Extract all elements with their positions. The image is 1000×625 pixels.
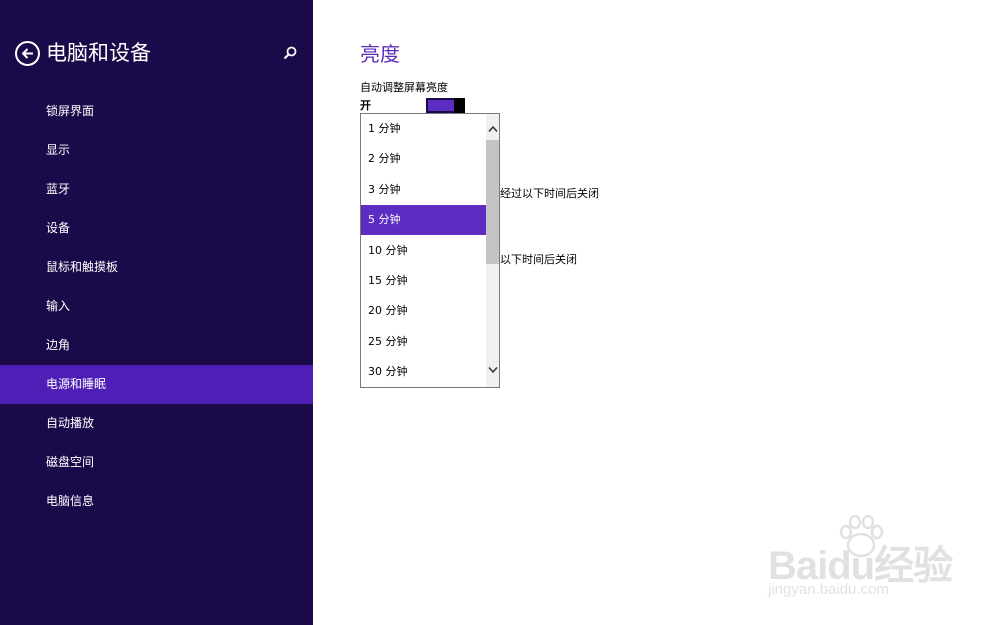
dropdown-option[interactable]: 1 分钟 (361, 114, 486, 144)
dropdown-option[interactable]: 10 分钟 (361, 236, 486, 266)
sidebar-item[interactable]: 电脑信息 (0, 482, 313, 521)
toggle-state-label: 开 (360, 99, 371, 112)
sidebar-item[interactable]: 磁盘空间 (0, 443, 313, 482)
sidebar-item[interactable]: 蓝牙 (0, 170, 313, 209)
sidebar-item[interactable]: 自动播放 (0, 404, 313, 443)
dropdown-scrollbar[interactable] (486, 114, 499, 387)
dropdown-option[interactable]: 25 分钟 (361, 327, 486, 357)
scrollbar-thumb[interactable] (486, 140, 499, 264)
sidebar-item[interactable]: 边角 (0, 326, 313, 365)
section-title-brightness: 亮度 (360, 42, 400, 66)
baidu-watermark: Baidu经验 jingyan.baidu.com (760, 515, 960, 615)
sidebar-nav: 锁屏界面 显示 蓝牙 设备 鼠标和触摸板 输入 边角 电源和睡眠 自动播放 磁盘空间 电脑信息 (0, 92, 313, 521)
sidebar: 电脑和设备 锁屏界面 显示 蓝牙 设备 鼠标和触摸板 输入 边角 电源和睡眠 自动播放 磁盘空间电… (0, 0, 313, 625)
chevron-down-icon[interactable] (488, 366, 498, 374)
dropdown-option[interactable]: 2 分钟 (361, 144, 486, 174)
watermark-url: jingyan.baidu.com (768, 581, 889, 598)
sleep-label: 以下时间后关闭 (500, 253, 577, 266)
sidebar-item[interactable]: 锁屏界面 (0, 92, 313, 131)
auto-brightness-label: 自动调整屏幕亮度 (360, 81, 448, 94)
auto-brightness-toggle[interactable] (426, 98, 465, 113)
sidebar-item[interactable]: 电源和睡眠 (0, 365, 313, 404)
dropdown-option[interactable]: 20 分钟 (361, 296, 486, 326)
dropdown-option[interactable]: 3 分钟 (361, 175, 486, 205)
dropdown-option[interactable]: 15 分钟 (361, 266, 486, 296)
dropdown-option[interactable]: 5 分钟 (361, 205, 486, 236)
back-button[interactable] (15, 41, 40, 66)
back-arrow-icon (21, 48, 33, 59)
search-icon[interactable] (282, 45, 298, 61)
page-title: 电脑和设备 (46, 41, 151, 65)
time-dropdown-list[interactable]: 30 分钟 25 分钟 20 分钟 15 分钟 10 分钟 5 分钟 3 分钟 2 分钟 1 分… (360, 113, 500, 388)
sidebar-item[interactable]: 显示 (0, 131, 313, 170)
sidebar-item[interactable]: 输入 (0, 287, 313, 326)
dropdown-option[interactable]: 30 分钟 (361, 357, 486, 387)
sidebar-item[interactable]: 设备 (0, 209, 313, 248)
sidebar-item[interactable]: 鼠标和触摸板 (0, 248, 313, 287)
screen-off-label: 经过以下时间后关闭 (500, 187, 599, 200)
toggle-thumb[interactable] (454, 98, 465, 113)
chevron-up-icon[interactable] (488, 125, 498, 133)
